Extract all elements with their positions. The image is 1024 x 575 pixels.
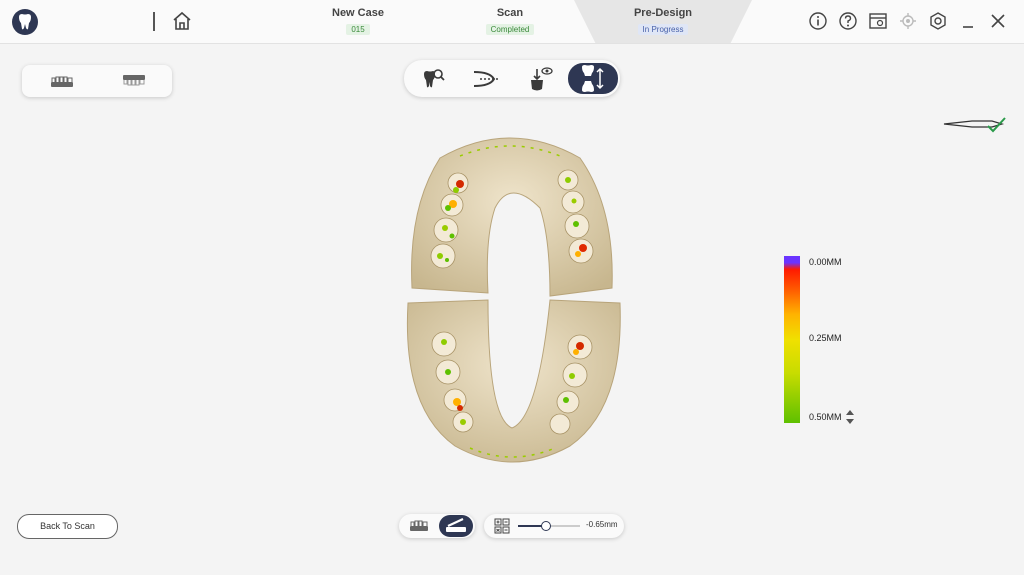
legend-label-mid: 0.25MM	[809, 333, 842, 343]
divider	[153, 12, 155, 31]
step-title: Pre-Design	[633, 7, 693, 19]
upper-jaw-icon[interactable]	[50, 73, 74, 94]
deviation-color-scale	[784, 256, 800, 423]
step-title: Scan	[496, 7, 524, 19]
status-badge: In Progress	[637, 24, 689, 35]
info-icon[interactable]	[808, 11, 828, 31]
view-toggle	[399, 514, 475, 538]
back-to-scan-button[interactable]: Back To Scan	[17, 514, 118, 539]
dental-scan-viewport[interactable]	[400, 128, 628, 473]
settings-icon[interactable]	[928, 11, 948, 31]
case-number-badge: 015	[346, 24, 370, 35]
tooth-view-icon[interactable]	[528, 65, 554, 98]
target-icon	[898, 11, 918, 31]
offset-slider-track[interactable]	[518, 521, 580, 531]
step-new-case[interactable]: New Case 015	[318, 7, 398, 37]
tooth-search-icon[interactable]	[420, 66, 446, 97]
jaw-toggle	[22, 65, 172, 97]
close-icon[interactable]	[988, 11, 1008, 31]
scanner-check-icon	[942, 114, 1008, 139]
offset-slider-panel: -0.65mm	[484, 514, 624, 538]
screenshot-icon[interactable]	[868, 11, 888, 31]
home-icon[interactable]	[171, 10, 193, 32]
minimize-icon[interactable]	[958, 11, 978, 31]
jaw-model-icon[interactable]	[409, 519, 429, 538]
cut-curve-icon[interactable]	[472, 66, 500, 97]
main-toolbar	[404, 60, 620, 97]
scan-overlay-icon[interactable]	[439, 515, 473, 537]
help-icon[interactable]	[838, 11, 858, 31]
tooth-align-icon[interactable]	[568, 63, 618, 94]
legend-adjust-arrows-icon[interactable]	[845, 409, 855, 430]
status-badge: Completed	[485, 24, 535, 35]
calculator-icon[interactable]	[494, 518, 510, 539]
app-logo-icon[interactable]	[12, 9, 38, 35]
offset-slider-handle[interactable]	[540, 521, 551, 531]
step-title: New Case	[332, 7, 384, 19]
offset-value: -0.65mm	[586, 520, 618, 529]
step-pre-design[interactable]: Pre-Design In Progress	[618, 7, 708, 37]
lower-jaw-icon[interactable]	[122, 73, 146, 94]
step-scan[interactable]: Scan Completed	[470, 7, 550, 37]
legend-label-max: 0.50MM	[809, 412, 842, 422]
legend-label-min: 0.00MM	[809, 257, 842, 267]
top-bar: New Case 015 Scan Completed Pre-Design I…	[0, 0, 1024, 44]
